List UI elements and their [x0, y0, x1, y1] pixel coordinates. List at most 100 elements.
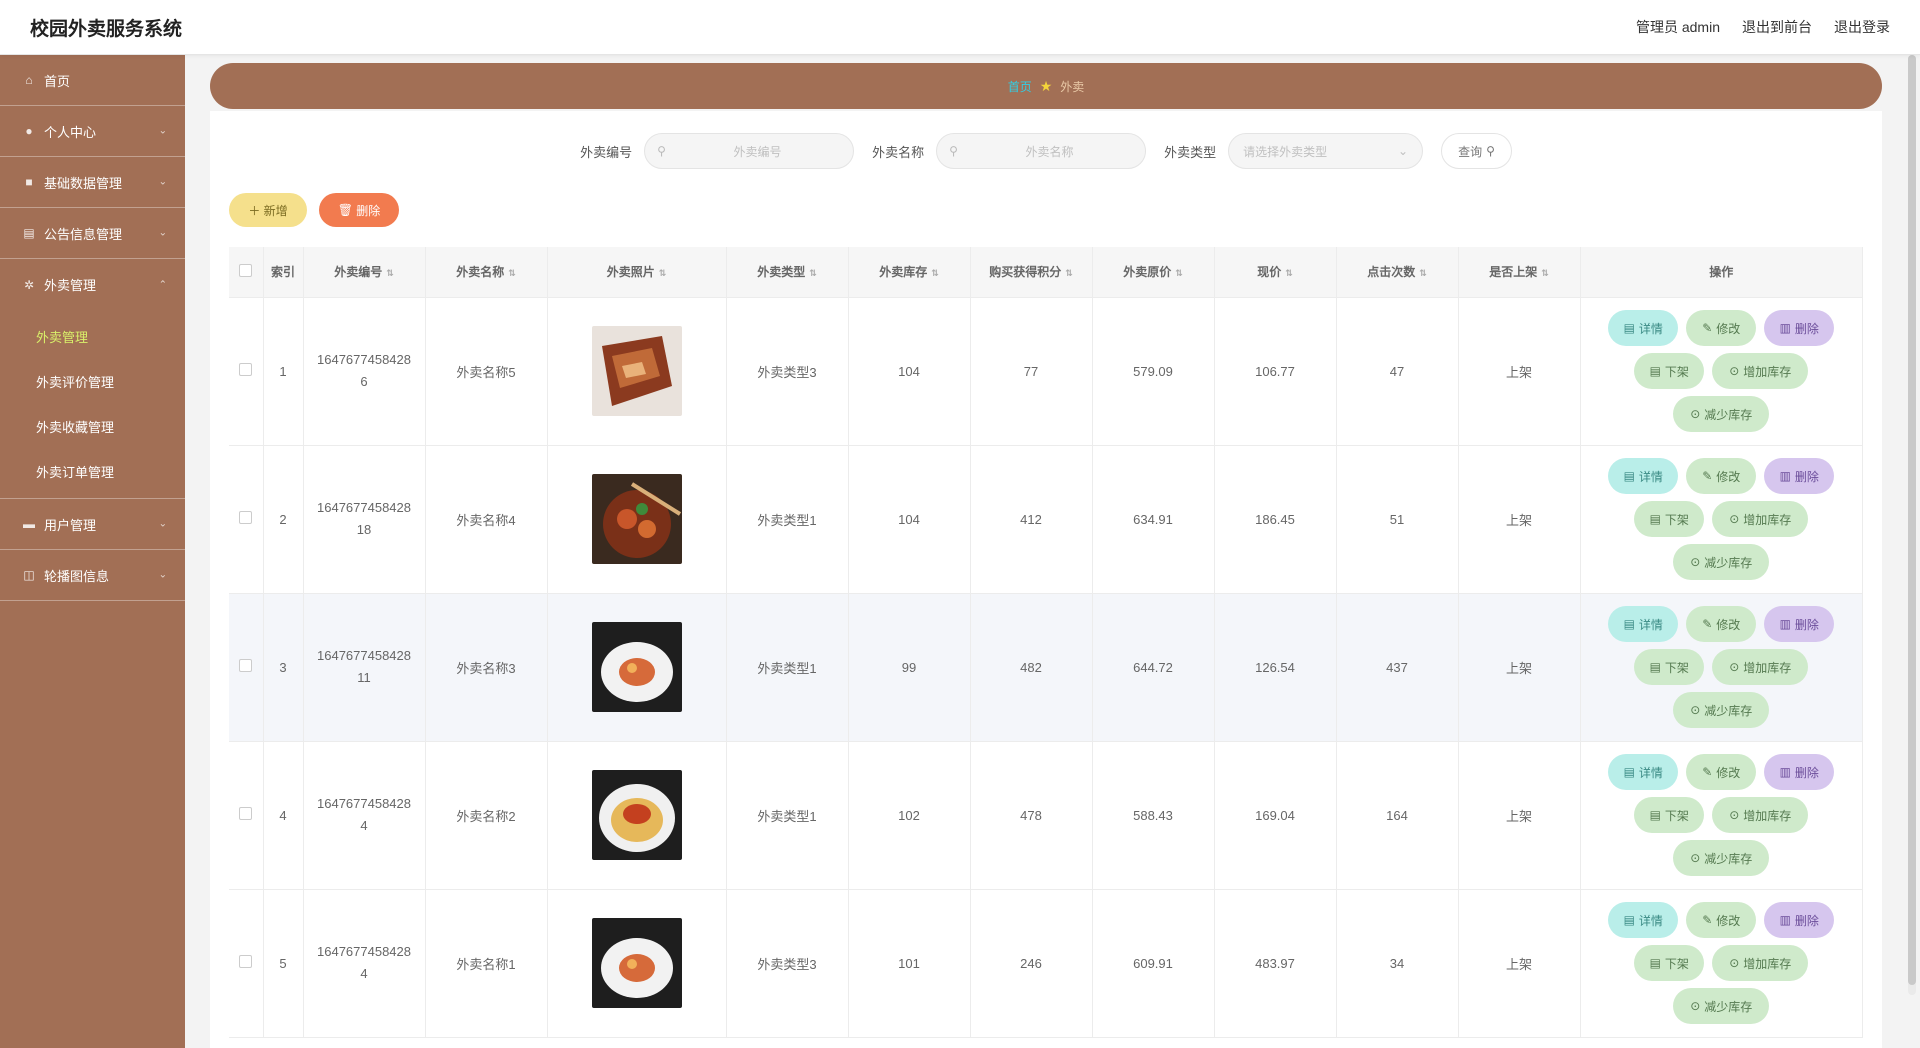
takedown-button[interactable]: ▤ 下架	[1634, 501, 1705, 537]
sidebar-item-home[interactable]: ⌂ 首页	[0, 55, 185, 106]
cell-code: 1647677458428 4	[303, 741, 426, 890]
sidebar-submenu: 外卖管理 外卖评价管理 外卖收藏管理 外卖订单管理	[0, 310, 185, 499]
frontend-link[interactable]: 退出到前台	[1742, 17, 1812, 37]
edit-button[interactable]: ✎ 修改	[1686, 754, 1757, 790]
reduce-stock-button[interactable]: ⊙ 减少库存	[1673, 396, 1770, 432]
sidebar-item-base-data[interactable]: ■ 基础数据管理 ⌄	[0, 157, 185, 208]
detail-button[interactable]: ▤ 详情	[1608, 606, 1679, 642]
cell-clicks: 437	[1336, 593, 1459, 742]
reduce-stock-button[interactable]: ⊙ 减少库存	[1673, 988, 1770, 1024]
cell-code: 1647677458428 4	[303, 889, 426, 1038]
cell-code: 1647677458428 6	[303, 297, 426, 446]
cell-clicks: 164	[1336, 741, 1459, 890]
table-row: 1 1647677458428 6 外卖名称5 外卖类型3 104 77 579.…	[229, 297, 1863, 446]
breadcrumb: 首页 ★ 外卖	[210, 63, 1882, 109]
logout-link[interactable]: 退出登录	[1834, 17, 1890, 37]
cell-stock: 104	[848, 297, 971, 446]
remove-button[interactable]: ▥ 删除	[1764, 458, 1835, 494]
cell-index: 5	[263, 889, 304, 1038]
row-checkbox[interactable]	[229, 297, 264, 446]
edit-button[interactable]: ✎ 修改	[1686, 310, 1757, 346]
search-icon: ⚲	[657, 144, 666, 158]
doc-icon: ▤	[1649, 364, 1661, 378]
takedown-button[interactable]: ▤ 下架	[1634, 649, 1705, 685]
edit-button[interactable]: ✎ 修改	[1686, 458, 1757, 494]
food-image	[591, 770, 682, 860]
sidebar-item-users[interactable]: ▬ 用户管理 ⌄	[0, 499, 185, 550]
cell-index: 4	[263, 741, 304, 890]
type-select[interactable]: 请选择外卖类型 ⌄	[1228, 133, 1424, 169]
cell-type: 外卖类型3	[726, 889, 849, 1038]
cell-status: 上架	[1458, 297, 1581, 446]
add-button[interactable]: ＋ 新增	[229, 193, 307, 227]
col-code[interactable]: 外卖编号 ⇅	[303, 247, 426, 298]
toolbar: ＋ 新增 🗑 删除	[229, 193, 399, 227]
app-title: 校园外卖服务系统	[30, 18, 183, 40]
detail-button[interactable]: ▤ 详情	[1608, 310, 1679, 346]
add-stock-button[interactable]: ⊙ 增加库存	[1712, 945, 1809, 981]
page-scrollbar[interactable]	[1908, 55, 1916, 995]
select-all-checkbox[interactable]	[229, 247, 264, 298]
sidebar-subitem-favorite[interactable]: 外卖收藏管理	[0, 404, 185, 449]
col-name[interactable]: 外卖名称 ⇅	[425, 247, 548, 298]
cell-name: 外卖名称1	[425, 889, 548, 1038]
remove-button[interactable]: ▥ 删除	[1764, 754, 1835, 790]
col-clicks[interactable]: 点击次数 ⇅	[1336, 247, 1459, 298]
detail-button[interactable]: ▤ 详情	[1608, 754, 1679, 790]
col-type[interactable]: 外卖类型 ⇅	[726, 247, 849, 298]
pin-icon: ⊙	[1729, 808, 1740, 822]
table-row: 5 1647677458428 4 外卖名称1 外卖类型3 101 246 609…	[229, 889, 1863, 1038]
sidebar-item-profile[interactable]: ● 个人中心 ⌄	[0, 106, 185, 157]
food-image	[591, 474, 682, 564]
col-stock[interactable]: 外卖库存 ⇅	[848, 247, 971, 298]
add-button-label: 新增	[263, 203, 288, 218]
edit-button[interactable]: ✎ 修改	[1686, 902, 1757, 938]
reduce-stock-button[interactable]: ⊙ 减少库存	[1673, 840, 1770, 876]
sidebar-item-label: 轮播图信息	[44, 568, 110, 584]
takedown-button[interactable]: ▤ 下架	[1634, 797, 1705, 833]
sidebar-subitem-review[interactable]: 外卖评价管理	[0, 359, 185, 404]
col-price[interactable]: 现价 ⇅	[1214, 247, 1337, 298]
sidebar-item-carousel[interactable]: ◫ 轮播图信息 ⌄	[0, 550, 185, 601]
sidebar-subitem-order[interactable]: 外卖订单管理	[0, 449, 185, 494]
row-checkbox[interactable]	[229, 593, 264, 742]
row-checkbox[interactable]	[229, 445, 264, 594]
sidebar-item-takeout[interactable]: ✲ 外卖管理 ⌃	[0, 259, 185, 310]
cell-type: 外卖类型1	[726, 593, 849, 742]
add-stock-button[interactable]: ⊙ 增加库存	[1712, 797, 1809, 833]
reduce-stock-button[interactable]: ⊙ 减少库存	[1673, 544, 1770, 580]
remove-button[interactable]: ▥ 删除	[1764, 310, 1835, 346]
detail-button[interactable]: ▤ 详情	[1608, 458, 1679, 494]
sidebar: ⌂ 首页 ● 个人中心 ⌄ ■ 基础数据管理 ⌄ ▤ 公告信息管理 ⌄ ✲ 外卖…	[0, 55, 185, 1048]
remove-button[interactable]: ▥ 删除	[1764, 606, 1835, 642]
trash-icon: ▥	[1779, 765, 1791, 779]
delete-button[interactable]: 🗑 删除	[319, 193, 399, 227]
row-checkbox[interactable]	[229, 889, 264, 1038]
add-stock-button[interactable]: ⊙ 增加库存	[1712, 353, 1809, 389]
sidebar-subitem-takeout[interactable]: 外卖管理	[0, 314, 185, 359]
reduce-stock-button[interactable]: ⊙ 减少库存	[1673, 692, 1770, 728]
sidebar-item-notice[interactable]: ▤ 公告信息管理 ⌄	[0, 208, 185, 259]
edit-button[interactable]: ✎ 修改	[1686, 606, 1757, 642]
detail-button[interactable]: ▤ 详情	[1608, 902, 1679, 938]
col-status[interactable]: 是否上架 ⇅	[1458, 247, 1581, 298]
takedown-button[interactable]: ▤ 下架	[1634, 353, 1705, 389]
cell-points: 412	[970, 445, 1093, 594]
col-points[interactable]: 购买获得积分 ⇅	[970, 247, 1093, 298]
col-original-price[interactable]: 外卖原价 ⇅	[1092, 247, 1215, 298]
query-button[interactable]: 查询 ⚲	[1441, 133, 1512, 169]
name-search-input[interactable]: ⚲ 外卖名称	[936, 133, 1147, 169]
remove-button[interactable]: ▥ 删除	[1764, 902, 1835, 938]
chevron-down-icon: ⌄	[1398, 144, 1409, 158]
col-photo[interactable]: 外卖照片 ⇅	[547, 247, 727, 298]
scrollbar-thumb[interactable]	[1908, 55, 1916, 985]
takedown-button[interactable]: ▤ 下架	[1634, 945, 1705, 981]
add-stock-button[interactable]: ⊙ 增加库存	[1712, 501, 1809, 537]
add-stock-button[interactable]: ⊙ 增加库存	[1712, 649, 1809, 685]
breadcrumb-home[interactable]: 首页	[1008, 78, 1032, 95]
chevron-down-icon: ⌄	[158, 125, 167, 137]
food-image	[591, 326, 682, 416]
cell-points: 478	[970, 741, 1093, 890]
row-checkbox[interactable]	[229, 741, 264, 890]
code-search-input[interactable]: ⚲ 外卖编号	[644, 133, 855, 169]
